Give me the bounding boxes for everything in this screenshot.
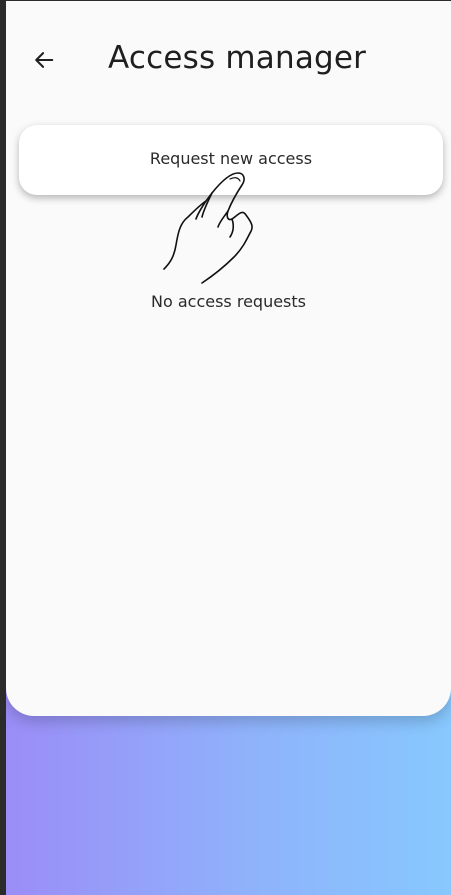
page-title: Access manager bbox=[108, 40, 367, 76]
arrow-left-icon bbox=[35, 52, 54, 68]
content-sheet: Access manager Request new access No acc… bbox=[6, 0, 451, 716]
app-screen: Access manager Request new access No acc… bbox=[0, 0, 451, 895]
back-button[interactable] bbox=[28, 44, 60, 76]
request-new-access-label: Request new access bbox=[149, 148, 313, 168]
empty-state-text: No access requests bbox=[151, 292, 306, 311]
request-new-access-button[interactable]: Request new access bbox=[19, 125, 443, 195]
